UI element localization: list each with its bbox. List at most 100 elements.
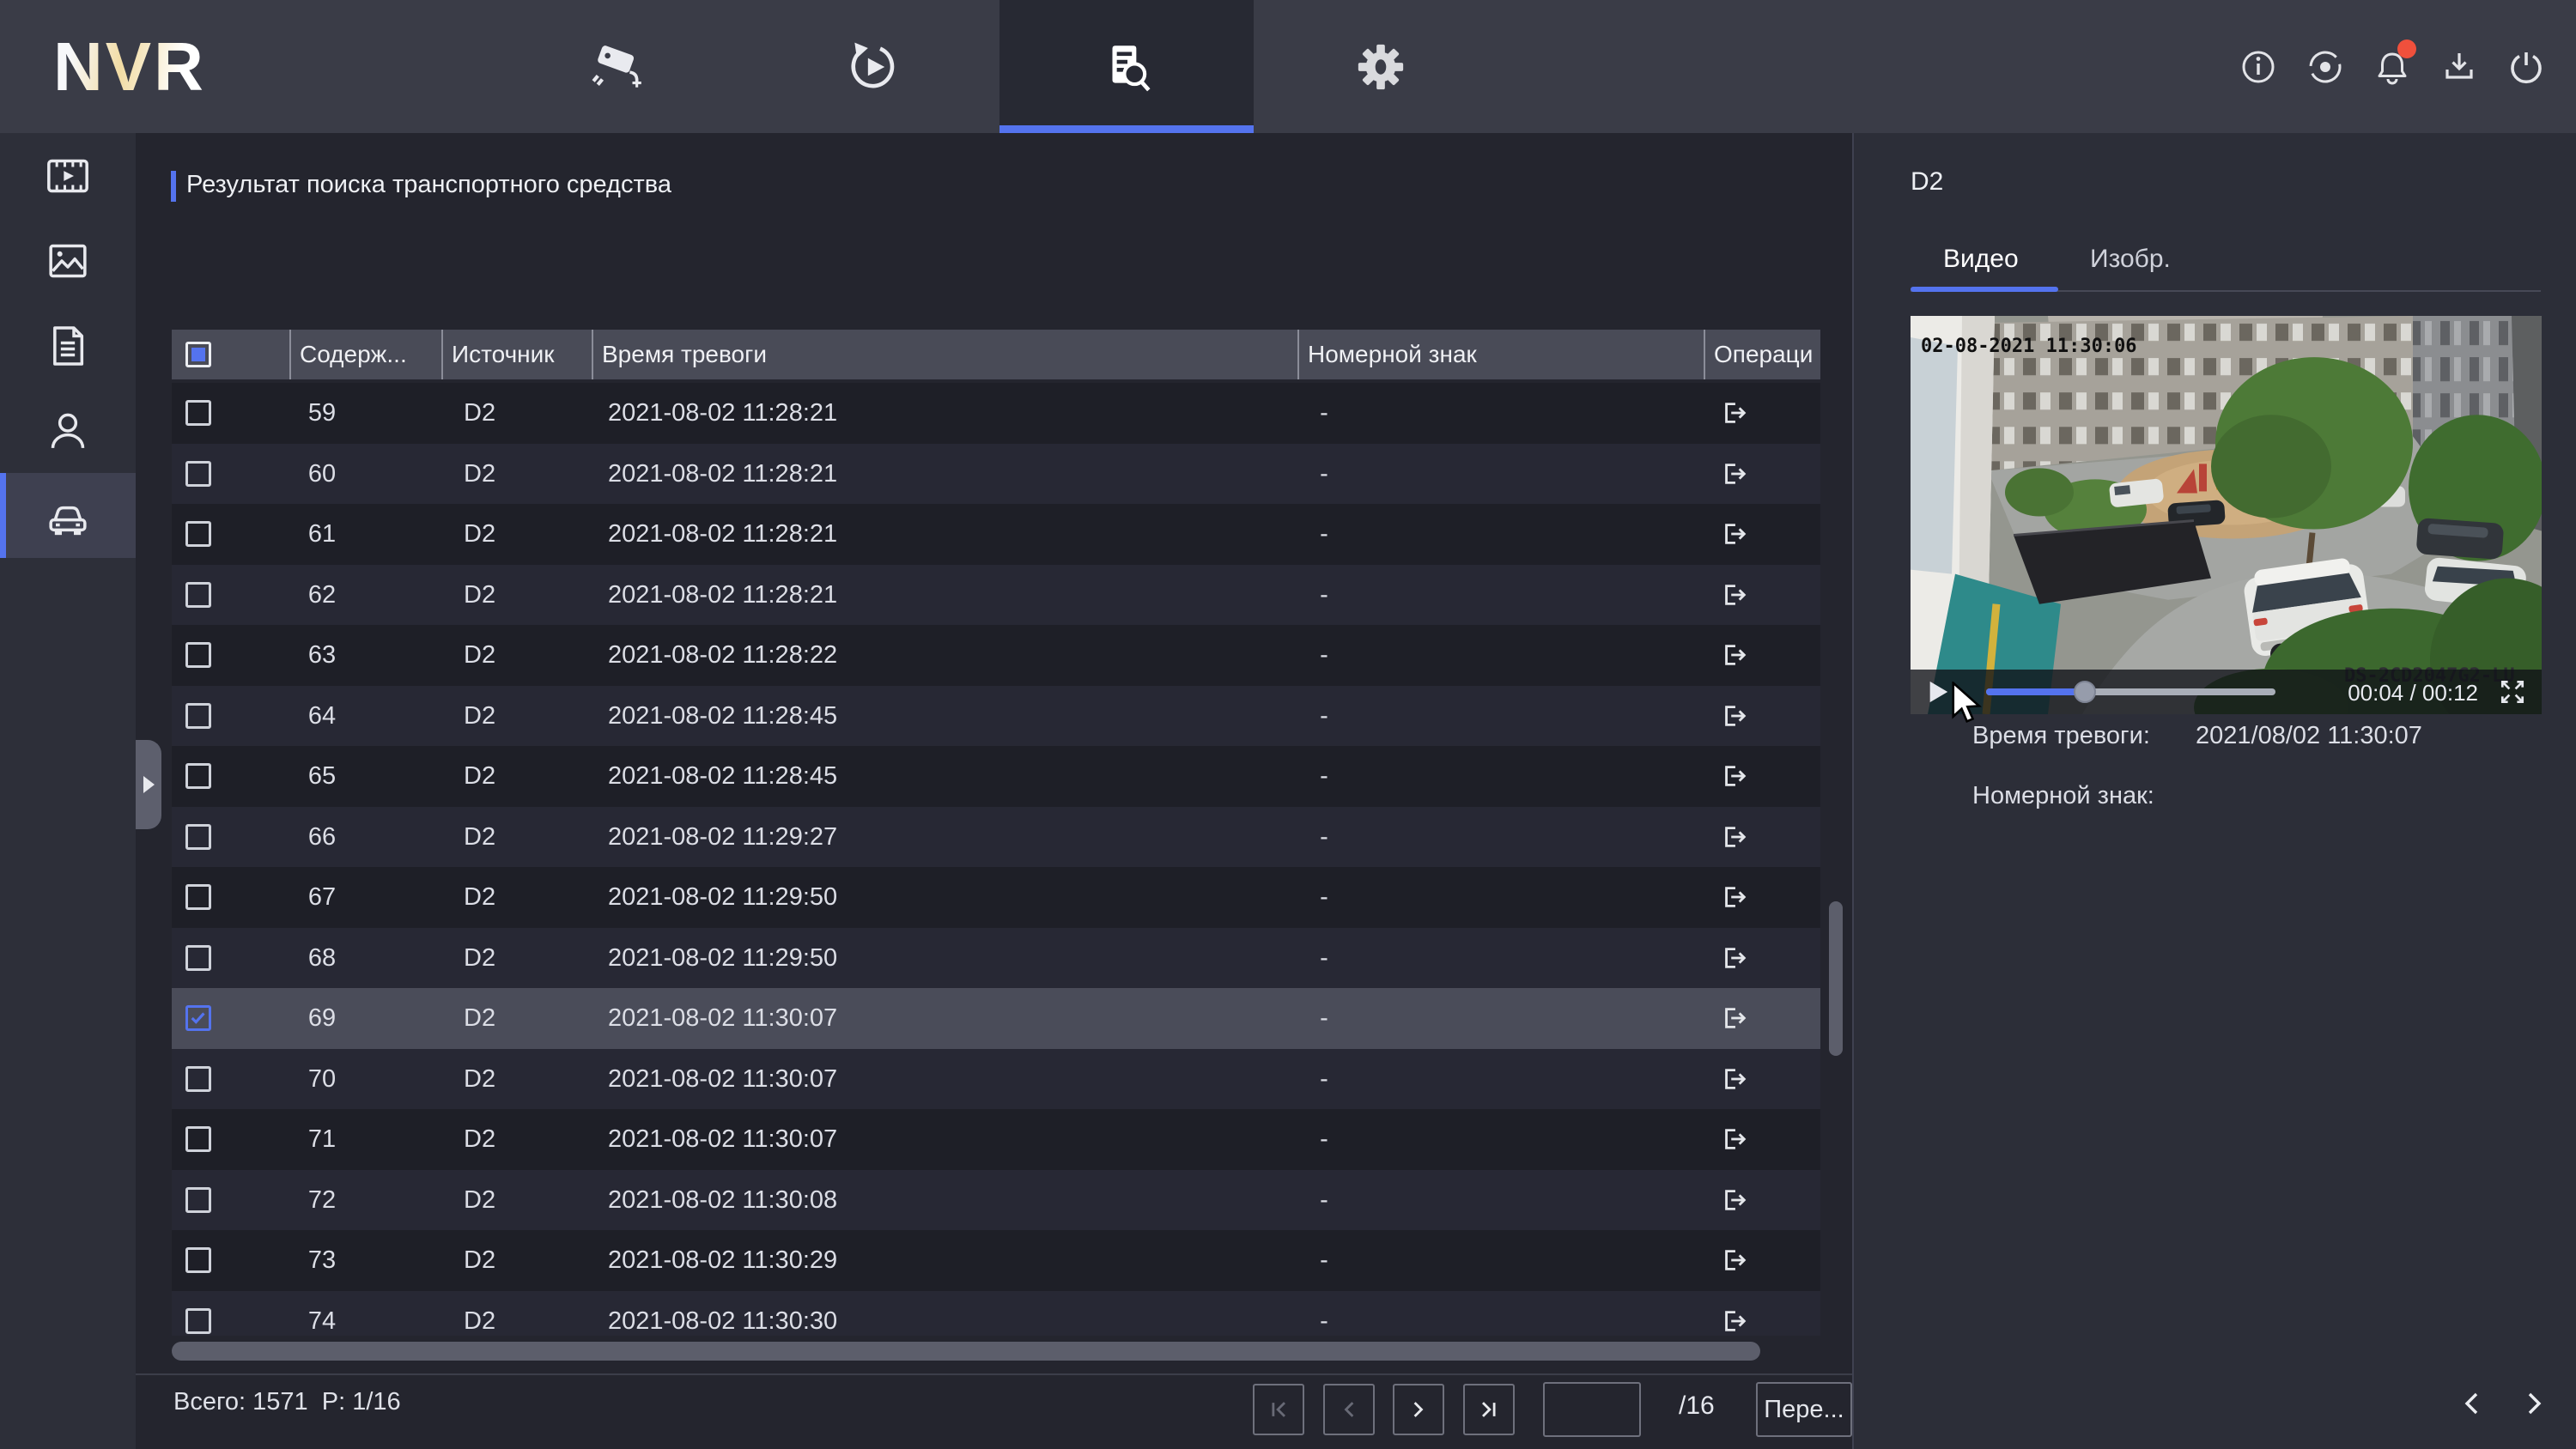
row-checkbox[interactable]	[185, 884, 211, 910]
row-export-button[interactable]	[1713, 807, 1756, 868]
table-row[interactable]: 62 D2 2021-08-02 11:28:21 -	[172, 565, 1820, 626]
vertical-scrollbar-thumb[interactable]	[1829, 901, 1843, 1056]
row-export-button[interactable]	[1713, 867, 1756, 928]
sidebar-item-vehicle-search[interactable]	[0, 473, 136, 558]
player-progress-bar[interactable]	[1986, 688, 2275, 695]
table-row[interactable]: 72 D2 2021-08-02 11:30:08 -	[172, 1170, 1820, 1231]
row-checkbox[interactable]	[185, 1308, 211, 1334]
horizontal-scrollbar-thumb[interactable]	[172, 1342, 1760, 1361]
row-checkbox[interactable]	[185, 1126, 211, 1152]
alarm-time-label: Время тревоги:	[1972, 722, 2150, 750]
table-row[interactable]: 67 D2 2021-08-02 11:29:50 -	[172, 867, 1820, 928]
row-export-button[interactable]	[1713, 1109, 1756, 1170]
record-status-button[interactable]	[2305, 46, 2346, 88]
row-number: 69	[283, 988, 361, 1049]
info-button[interactable]	[2238, 46, 2279, 88]
table-row[interactable]: 69 D2 2021-08-02 11:30:07 -	[172, 988, 1820, 1049]
row-checkbox[interactable]	[185, 1005, 211, 1031]
row-export-button[interactable]	[1713, 565, 1756, 626]
table-row[interactable]: 60 D2 2021-08-02 11:28:21 -	[172, 444, 1820, 505]
table-row[interactable]: 61 D2 2021-08-02 11:28:21 -	[172, 504, 1820, 565]
row-export-button[interactable]	[1713, 625, 1756, 686]
table-row[interactable]: 63 D2 2021-08-02 11:28:22 -	[172, 625, 1820, 686]
export-download-button[interactable]	[2439, 46, 2480, 88]
sidebar-item-file-search[interactable]	[0, 303, 136, 388]
alarm-bell-button[interactable]	[2372, 46, 2413, 88]
row-alarm-time: 2021-08-02 11:30:08	[608, 1170, 837, 1231]
next-result-button[interactable]	[2515, 1385, 2553, 1422]
table-row[interactable]: 74 D2 2021-08-02 11:30:30 -	[172, 1291, 1820, 1337]
table-row[interactable]: 73 D2 2021-08-02 11:30:29 -	[172, 1230, 1820, 1291]
table-row[interactable]: 64 D2 2021-08-02 11:28:45 -	[172, 686, 1820, 747]
nav-settings[interactable]	[1254, 0, 1508, 133]
row-plate: -	[1298, 565, 1350, 626]
play-button[interactable]	[1926, 680, 1950, 704]
row-checkbox[interactable]	[185, 582, 211, 608]
row-export-button[interactable]	[1713, 988, 1756, 1049]
row-export-button[interactable]	[1713, 746, 1756, 807]
sidebar-item-picture-search[interactable]	[0, 218, 136, 303]
row-number: 66	[283, 807, 361, 868]
sidebar-item-video-search[interactable]	[0, 133, 136, 218]
table-row[interactable]: 68 D2 2021-08-02 11:29:50 -	[172, 928, 1820, 989]
row-alarm-time: 2021-08-02 11:28:22	[608, 625, 837, 686]
row-checkbox[interactable]	[185, 400, 211, 426]
row-checkbox[interactable]	[185, 1187, 211, 1213]
row-source: D2	[464, 807, 495, 868]
fullscreen-icon[interactable]	[2497, 676, 2528, 707]
row-export-button[interactable]	[1713, 928, 1756, 989]
row-checkbox[interactable]	[185, 703, 211, 729]
row-plate: -	[1298, 1230, 1350, 1291]
previous-result-button[interactable]	[2453, 1385, 2491, 1422]
power-button[interactable]	[2506, 46, 2547, 88]
row-alarm-time: 2021-08-02 11:28:21	[608, 383, 837, 444]
previous-page-button[interactable]	[1323, 1384, 1375, 1435]
row-number: 61	[283, 504, 361, 565]
first-page-button[interactable]	[1253, 1384, 1304, 1435]
panel-expand-handle[interactable]	[136, 740, 161, 829]
film-icon	[44, 152, 92, 200]
row-number: 65	[283, 746, 361, 807]
sidebar-item-person-search[interactable]	[0, 388, 136, 473]
sidebar	[0, 133, 136, 1449]
row-checkbox[interactable]	[185, 461, 211, 487]
row-export-button[interactable]	[1713, 1291, 1756, 1337]
table-row[interactable]: 71 D2 2021-08-02 11:30:07 -	[172, 1109, 1820, 1170]
nav-search-results[interactable]	[999, 0, 1254, 133]
table-row[interactable]: 59 D2 2021-08-02 11:28:21 -	[172, 383, 1820, 444]
row-checkbox[interactable]	[185, 1247, 211, 1273]
last-page-button[interactable]	[1463, 1384, 1515, 1435]
row-checkbox[interactable]	[185, 945, 211, 971]
row-export-button[interactable]	[1713, 1049, 1756, 1110]
tab-image[interactable]: Изобр.	[2090, 245, 2171, 274]
row-checkbox[interactable]	[185, 521, 211, 547]
goto-page-button[interactable]: Пере...	[1756, 1382, 1852, 1437]
row-export-button[interactable]	[1713, 1230, 1756, 1291]
table-row[interactable]: 66 D2 2021-08-02 11:29:27 -	[172, 807, 1820, 868]
row-export-button[interactable]	[1713, 686, 1756, 747]
row-checkbox[interactable]	[185, 1066, 211, 1092]
nav-live-view[interactable]	[491, 0, 745, 133]
table-row[interactable]: 70 D2 2021-08-02 11:30:07 -	[172, 1049, 1820, 1110]
row-alarm-time: 2021-08-02 11:28:21	[608, 565, 837, 626]
row-export-button[interactable]	[1713, 383, 1756, 444]
row-checkbox[interactable]	[185, 642, 211, 668]
row-checkbox[interactable]	[185, 824, 211, 850]
row-source: D2	[464, 1291, 495, 1337]
row-export-button[interactable]	[1713, 1170, 1756, 1231]
row-source: D2	[464, 625, 495, 686]
row-checkbox[interactable]	[185, 763, 211, 789]
tab-video[interactable]: Видео	[1943, 245, 2019, 274]
nav-playback[interactable]	[745, 0, 999, 133]
player-controls: 00:04 / 00:12	[1911, 670, 2542, 714]
page-number-input[interactable]	[1543, 1382, 1641, 1437]
select-all-checkbox[interactable]	[185, 342, 211, 367]
table-row[interactable]: 65 D2 2021-08-02 11:28:45 -	[172, 746, 1820, 807]
row-export-button[interactable]	[1713, 444, 1756, 505]
next-page-button[interactable]	[1393, 1384, 1444, 1435]
row-source: D2	[464, 1170, 495, 1231]
player-progress-thumb[interactable]	[2074, 681, 2096, 703]
app-logo: NVR	[53, 0, 206, 133]
active-tab-underline	[999, 125, 1254, 133]
row-export-button[interactable]	[1713, 504, 1756, 565]
